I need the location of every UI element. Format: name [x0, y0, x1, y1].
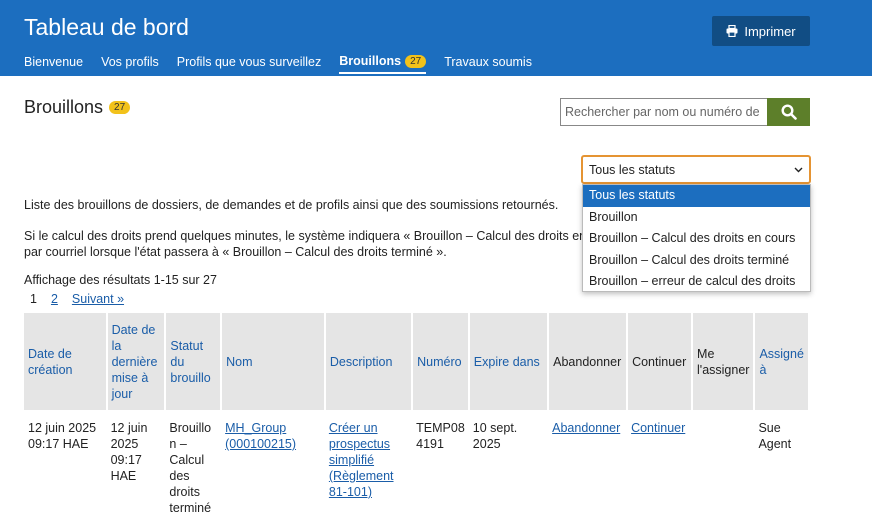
- page-link-2[interactable]: 2: [51, 292, 58, 306]
- next-page-link[interactable]: Suivant »: [72, 292, 124, 306]
- status-option[interactable]: Brouillon: [583, 207, 810, 229]
- calc-note: Si le calcul des droits prend quelques m…: [24, 228, 584, 260]
- column-header: Continuer: [627, 313, 694, 410]
- cell-created: 12 juin 2025 09:17 HAE: [28, 421, 97, 451]
- printer-icon: [726, 25, 738, 37]
- count-badge: 27: [405, 54, 427, 68]
- cell-assigned-to: Sue Agent: [758, 421, 792, 451]
- pagination: 1 2 Suivant »: [30, 292, 138, 306]
- column-header[interactable]: Description: [324, 313, 414, 410]
- cell-assign: [692, 410, 754, 518]
- cell-updated: 12 juin 2025 09:17 HAE: [110, 421, 148, 483]
- calc-note-line: par courriel lorsque l'état passera à « …: [24, 245, 447, 259]
- tab-watched-profiles[interactable]: Profils que vous surveillez: [177, 54, 322, 74]
- cell-number: TEMP08 4191: [416, 421, 465, 451]
- tab-drafts[interactable]: Brouillons 27: [339, 54, 427, 74]
- tab-submitted[interactable]: Travaux soumis: [444, 54, 532, 74]
- calc-note-line: Si le calcul des droits prend quelques m…: [24, 229, 584, 243]
- results-count: Affichage des résultats 1-15 sur 27: [24, 273, 217, 287]
- page-title-text: Brouillons: [24, 97, 104, 117]
- app-title: Tableau de bord: [24, 14, 189, 40]
- search-bar: [560, 98, 810, 126]
- tab-label: Travaux soumis: [444, 55, 532, 69]
- tab-welcome[interactable]: Bienvenue: [24, 54, 83, 74]
- status-option[interactable]: Tous les statuts: [583, 185, 810, 207]
- tab-label: Bienvenue: [24, 55, 84, 69]
- print-button[interactable]: Imprimer: [712, 16, 810, 46]
- main-nav: Bienvenue Vos profils Profils que vous s…: [24, 54, 550, 74]
- chevron-down-icon: [794, 167, 803, 172]
- search-button[interactable]: [767, 98, 810, 126]
- count-badge: 27: [109, 101, 131, 114]
- status-dropdown: Tous les statuts Brouillon Brouillon – C…: [582, 184, 811, 292]
- column-header[interactable]: Nom: [221, 313, 326, 410]
- column-header[interactable]: Assigné à: [754, 313, 810, 410]
- tab-label: Brouillons: [339, 54, 402, 68]
- status-select-value: Tous les statuts: [589, 162, 676, 177]
- tab-label: Profils que vous surveillez: [176, 55, 322, 69]
- page-description: Liste des brouillons de dossiers, de dem…: [24, 198, 559, 212]
- column-header[interactable]: Date de la dernière mise à jour: [106, 313, 167, 410]
- status-option[interactable]: Brouillon – Calcul des droits en cours: [583, 228, 810, 250]
- search-input[interactable]: [560, 98, 767, 126]
- continue-link[interactable]: Continuer: [631, 421, 685, 435]
- tab-your-profiles[interactable]: Vos profils: [101, 54, 159, 74]
- drafts-table: Date de création Date de la dernière mis…: [24, 313, 810, 518]
- column-header[interactable]: Statut du brouillo: [165, 313, 223, 410]
- status-select[interactable]: Tous les statuts: [581, 155, 811, 184]
- page-title: Brouillons 27: [24, 97, 131, 118]
- table-row: 12 juin 2025 09:17 HAE 12 juin 2025 09:1…: [24, 410, 809, 518]
- page-current: 1: [30, 292, 37, 306]
- column-header: Me l'assigner: [692, 313, 756, 410]
- status-option[interactable]: Brouillon – Calcul des droits terminé: [583, 250, 810, 272]
- column-header[interactable]: Date de création: [24, 313, 108, 410]
- column-header[interactable]: Numéro: [412, 313, 470, 410]
- abandon-link[interactable]: Abandonner: [552, 421, 620, 435]
- print-label: Imprimer: [744, 23, 796, 39]
- search-icon: [780, 104, 797, 120]
- table-header-row: Date de création Date de la dernière mis…: [24, 313, 810, 410]
- header-bar: Tableau de bord Bienvenue Vos profils Pr…: [0, 0, 872, 76]
- column-header[interactable]: Expire dans: [468, 313, 550, 410]
- status-option[interactable]: Brouillon – erreur de calcul des droits: [583, 271, 810, 293]
- tab-label: Vos profils: [101, 55, 159, 69]
- cell-expires: 10 sept. 2025: [472, 421, 518, 451]
- column-header: Abandonner: [548, 313, 629, 410]
- draft-name-link[interactable]: MH_Group (000100215): [225, 421, 296, 451]
- draft-description-link[interactable]: Créer un prospectus simplifié (Règlement…: [329, 421, 394, 499]
- cell-status: Brouillo n – Calcul des droits terminé: [169, 421, 212, 515]
